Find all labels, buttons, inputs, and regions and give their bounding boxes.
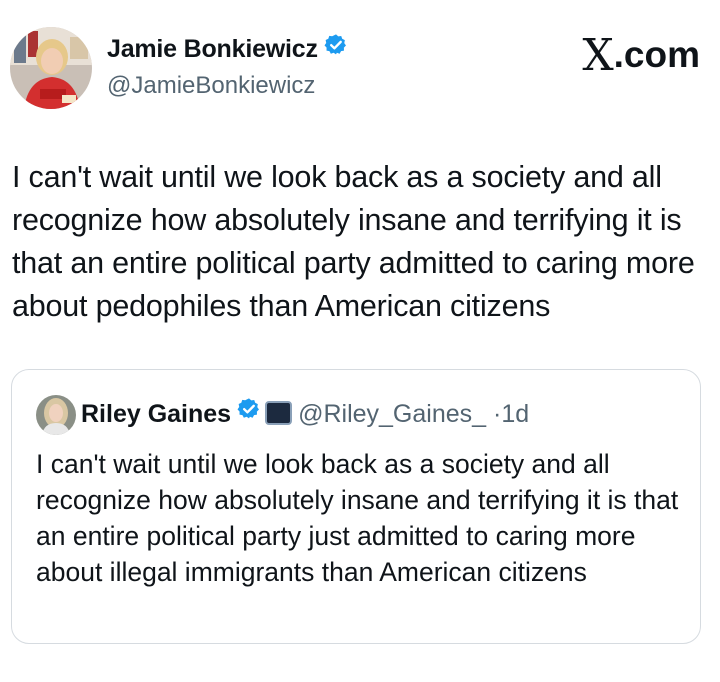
quoted-handle[interactable]: @Riley_Gaines_ [298, 400, 486, 428]
quoted-header: Riley Gaines @Riley_Gaines_ ·1d [81, 398, 529, 431]
author-name[interactable]: Jamie Bonkiewicz [107, 33, 348, 66]
verified-badge-icon [324, 33, 348, 64]
tweet-text: I can't wait until we look back as a soc… [12, 160, 695, 323]
quote-card[interactable]: Riley Gaines @Riley_Gaines_ ·1d I can't w… [11, 369, 701, 644]
author-name-label: Jamie Bonkiewicz [107, 35, 318, 64]
quoted-avatar[interactable] [36, 395, 76, 435]
author-handle[interactable]: @JamieBonkiewicz [107, 72, 315, 100]
author-avatar-image [10, 27, 92, 109]
quoted-avatar-image [36, 395, 76, 435]
x-logo-icon: X [582, 30, 614, 81]
author-avatar[interactable] [10, 27, 92, 109]
verified-badge-icon [237, 397, 261, 429]
site-logo-suffix: .com [613, 34, 700, 75]
site-logo: X.com [582, 27, 700, 81]
quoted-name[interactable]: Riley Gaines [81, 400, 231, 428]
quoted-time[interactable]: 1d [501, 400, 529, 428]
quoted-text: I can't wait until we look back as a soc… [36, 449, 679, 587]
affiliation-badge-icon[interactable] [265, 401, 293, 426]
